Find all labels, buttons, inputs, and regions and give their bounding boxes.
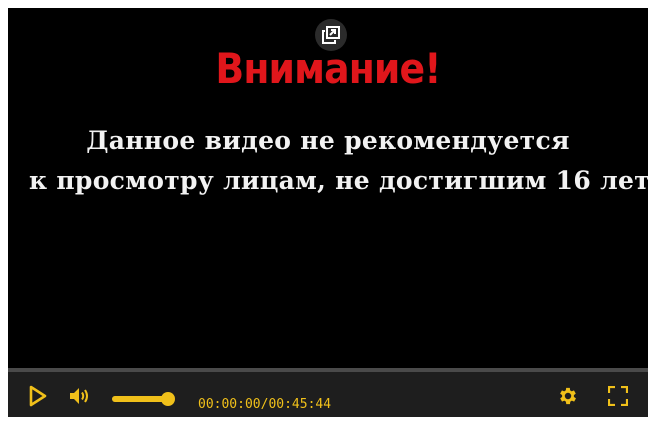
control-bar: 00:00:00/00:45:44 xyxy=(8,372,648,417)
play-button[interactable] xyxy=(26,384,50,408)
picture-in-picture-icon xyxy=(322,26,340,44)
gear-icon xyxy=(560,387,576,405)
volume-slider[interactable] xyxy=(112,392,175,406)
fullscreen-icon xyxy=(608,386,628,406)
warning-line-2: к просмотру лицам, не достигшим 16 лет. xyxy=(28,166,648,195)
volume-button[interactable] xyxy=(68,384,92,408)
video-player[interactable]: Внимание! Данное видео не рекомендуется … xyxy=(8,8,648,417)
volume-slider-fill xyxy=(112,396,168,402)
time-display: 00:00:00/00:45:44 xyxy=(198,397,332,412)
volume-icon xyxy=(70,388,88,404)
warning-title: Внимание! xyxy=(215,44,441,93)
fullscreen-button[interactable] xyxy=(606,384,630,408)
play-icon xyxy=(29,385,47,407)
warning-line-1: Данное видео не рекомендуется xyxy=(86,126,570,155)
volume-slider-handle[interactable] xyxy=(161,392,175,406)
settings-button[interactable] xyxy=(556,384,580,408)
